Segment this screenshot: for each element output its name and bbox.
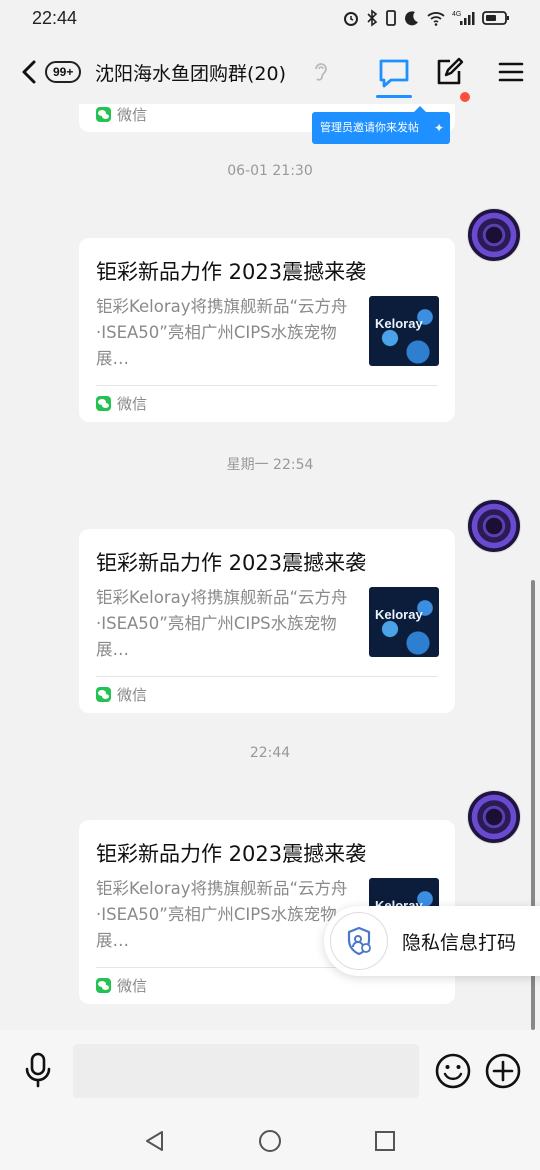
- message-timestamp: 06-01 21:30: [227, 163, 313, 179]
- card-thumbnail: Keloray: [369, 587, 439, 657]
- card-source: 微信: [96, 393, 147, 414]
- ear-icon: [315, 63, 327, 81]
- system-recents-button[interactable]: [374, 1130, 396, 1156]
- card-source-label: 微信: [117, 686, 148, 704]
- message-list[interactable]: 微信 06-01 21:30 钜彩新品力作 2023震撼来袭 钜彩Keloray…: [0, 104, 540, 1030]
- system-home-button[interactable]: [258, 1129, 282, 1157]
- thumbnail-logo: Keloray: [375, 316, 423, 331]
- chevron-left-icon: [22, 60, 36, 84]
- moon-icon: [405, 11, 418, 26]
- card-title: 钜彩新品力作 2023震撼来袭: [96, 842, 367, 866]
- circle-home-icon: [259, 1130, 281, 1152]
- wechat-icon: [96, 107, 111, 122]
- card-title: 钜彩新品力作 2023震撼来袭: [96, 260, 367, 284]
- link-card[interactable]: 钜彩新品力作 2023震撼来袭 钜彩Keloray将携旗舰新品“云方舟·ISEA…: [79, 238, 455, 422]
- card-source: 微信: [96, 975, 147, 996]
- card-source: 微信: [96, 104, 147, 125]
- post-invite-tooltip[interactable]: 管理员邀请你来发帖 ✦: [312, 106, 450, 144]
- wifi-icon: [427, 12, 445, 26]
- plus-icon: [485, 1053, 521, 1089]
- smiley-icon: [435, 1053, 471, 1089]
- signal-icon: 4G: [452, 11, 475, 25]
- edit-icon: [437, 57, 464, 85]
- status-icons: 4G: [342, 9, 510, 27]
- privacy-label: 隐私信息打码: [402, 932, 517, 954]
- sparkle-icon: ✦: [433, 121, 444, 135]
- network-type: 4G: [452, 11, 461, 18]
- chat-header: 99+ 沈阳海水鱼团购群(20): [0, 40, 540, 104]
- card-source-label: 微信: [117, 106, 148, 124]
- link-card[interactable]: 钜彩新品力作 2023震撼来袭 钜彩Keloray将携旗舰新品“云方舟·ISEA…: [79, 529, 455, 713]
- square-recents-icon: [375, 1131, 395, 1151]
- wechat-icon: [96, 396, 111, 411]
- avatar[interactable]: [467, 790, 521, 844]
- card-source-label: 微信: [117, 977, 148, 995]
- tab-chat[interactable]: [374, 56, 414, 102]
- message-input[interactable]: [73, 1044, 419, 1098]
- active-tab-indicator: [376, 95, 412, 98]
- card-title: 钜彩新品力作 2023震撼来袭: [96, 551, 367, 575]
- emoji-button[interactable]: [434, 1052, 472, 1094]
- status-time: 22:44: [32, 8, 78, 28]
- voice-button[interactable]: [22, 1051, 54, 1093]
- triangle-back-icon: [146, 1131, 163, 1151]
- avatar[interactable]: [467, 208, 521, 262]
- vibrate-icon: [386, 10, 396, 26]
- card-description: 钜彩Keloray将携旗舰新品“云方舟·ISEA50”亮相广州CIPS水族宠物展…: [96, 297, 348, 368]
- card-divider: [96, 385, 438, 386]
- card-divider: [96, 676, 438, 677]
- back-button[interactable]: [18, 58, 42, 86]
- privacy-shield-icon: [330, 912, 388, 970]
- message-timestamp: 星期一 22:54: [226, 457, 314, 473]
- wechat-icon: [96, 978, 111, 993]
- card-source-label: 微信: [117, 395, 148, 413]
- thumbnail-logo: Keloray: [375, 607, 423, 622]
- status-bar: 22:44 4G: [0, 0, 540, 40]
- card-thumbnail: Keloray: [369, 296, 439, 366]
- group-title: 沈阳海水鱼团购群(20): [95, 63, 287, 85]
- chat-bubble-icon: [379, 59, 409, 88]
- avatar[interactable]: [467, 499, 521, 553]
- wechat-icon: [96, 687, 111, 702]
- system-nav-bar: [0, 1110, 540, 1170]
- input-bar: [0, 1030, 540, 1110]
- more-button[interactable]: [484, 1052, 522, 1094]
- hamburger-icon: [498, 62, 524, 82]
- menu-button[interactable]: [498, 60, 524, 88]
- system-back-button[interactable]: [144, 1130, 166, 1156]
- unread-badge[interactable]: 99+: [45, 61, 82, 83]
- battery-icon: [482, 11, 509, 25]
- microphone-icon: [25, 1052, 51, 1088]
- tooltip-text: 管理员邀请你来发帖: [320, 121, 419, 134]
- notification-dot: [460, 92, 470, 102]
- card-description: 钜彩Keloray将携旗舰新品“云方舟·ISEA50”亮相广州CIPS水族宠物展…: [96, 588, 348, 659]
- card-description: 钜彩Keloray将携旗舰新品“云方舟·ISEA50”亮相广州CIPS水族宠物展…: [96, 879, 348, 950]
- alarm-icon: [344, 12, 358, 26]
- privacy-mask-button[interactable]: 隐私信息打码: [324, 906, 540, 976]
- card-source: 微信: [96, 684, 147, 705]
- bluetooth-icon: [367, 9, 378, 27]
- message-timestamp: 22:44: [249, 745, 291, 761]
- post-button[interactable]: [434, 56, 464, 92]
